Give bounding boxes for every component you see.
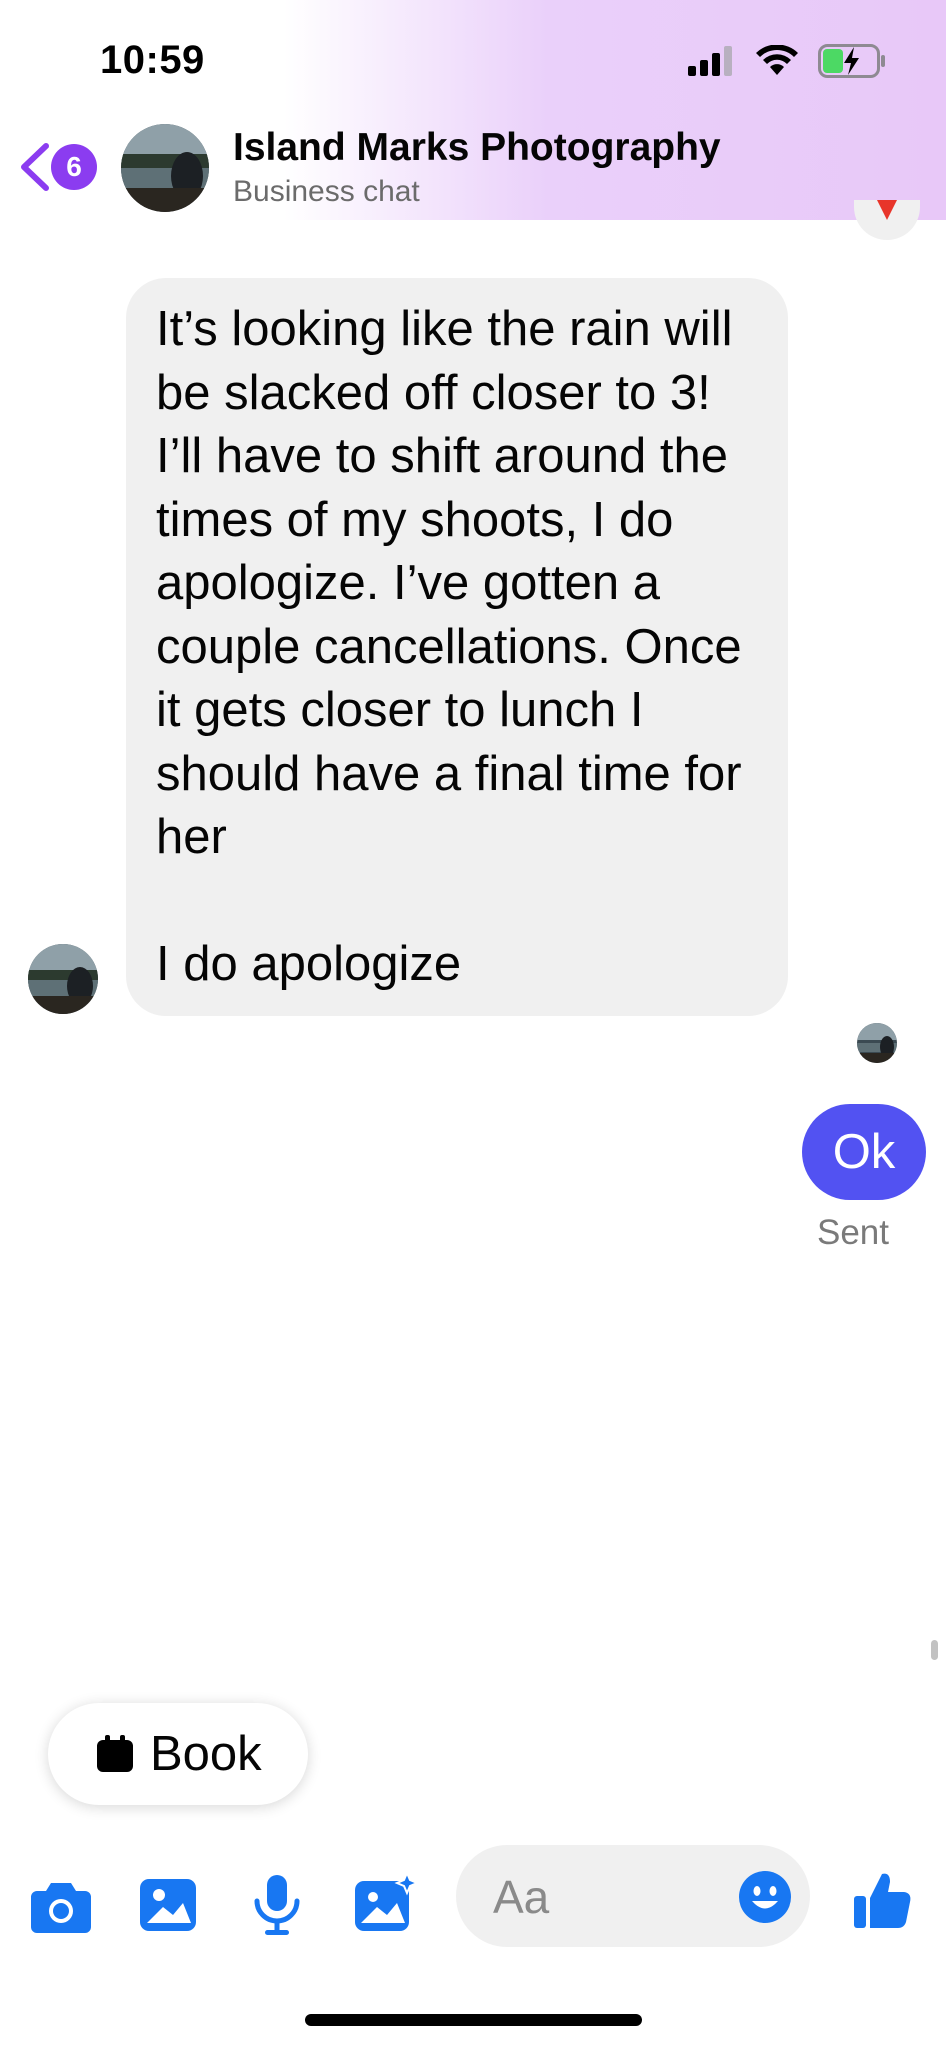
unread-count-badge: 6 (51, 144, 97, 190)
chat-subtitle: Business chat (233, 175, 420, 208)
cellular-signal-icon (688, 46, 732, 76)
status-time: 10:59 (100, 38, 205, 82)
sent-message-bubble[interactable]: Ok (802, 1104, 926, 1200)
wifi-icon (756, 45, 798, 75)
calendar-icon (97, 1735, 133, 1772)
received-message-bubble[interactable]: It’s looking like the rain will be slack… (126, 278, 788, 1016)
scrollbar[interactable] (931, 1640, 938, 1660)
back-button[interactable]: 6 (18, 138, 100, 194)
sender-avatar[interactable] (28, 944, 98, 1014)
business-avatar[interactable] (121, 124, 209, 212)
thumbs-up-icon[interactable] (852, 1870, 912, 1930)
book-button[interactable]: Book (48, 1703, 308, 1805)
reaction-heart-icon (854, 200, 920, 240)
microphone-icon[interactable] (245, 1873, 309, 1937)
book-label: Book (150, 1727, 262, 1781)
message-text: Ok (832, 1125, 896, 1179)
battery-charging-icon (818, 44, 885, 78)
message-input[interactable]: Aa (456, 1845, 810, 1947)
status-icons (688, 44, 886, 78)
chat-title[interactable]: Island Marks Photography (233, 126, 721, 170)
message-input-placeholder: Aa (493, 1871, 550, 1923)
message-text: I do apologize (156, 936, 462, 991)
chevron-left-icon (21, 143, 49, 191)
read-receipt-avatar (857, 1023, 897, 1063)
photo-icon[interactable] (137, 1873, 201, 1937)
sticker-gallery-icon[interactable] (353, 1873, 417, 1937)
camera-icon[interactable] (29, 1873, 93, 1937)
home-indicator[interactable] (305, 2014, 642, 2026)
message-status: Sent (817, 1213, 889, 1252)
emoji-icon[interactable] (738, 1870, 792, 1924)
message-text: It’s looking like the rain will be slack… (156, 302, 742, 864)
